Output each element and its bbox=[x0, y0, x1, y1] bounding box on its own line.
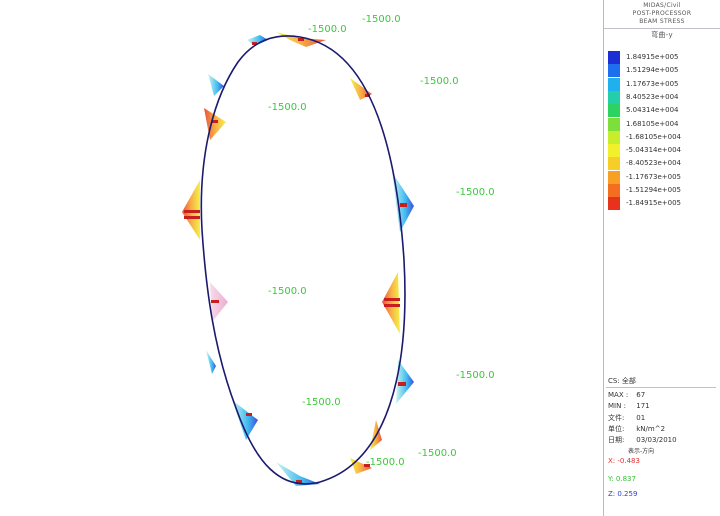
file-row: 文件: 01 bbox=[608, 413, 645, 423]
date-value: 03/03/2010 bbox=[636, 436, 677, 444]
unit-label: 单位: bbox=[608, 425, 625, 433]
node-marker bbox=[246, 413, 252, 416]
stress-diagram-canvas: -1500.0 -1500.0 -1500.0 -1500.0 -1500.0 … bbox=[182, 14, 495, 486]
legend-value: 1.84915e+005 bbox=[626, 53, 679, 61]
legend-entry: 1.51294e+005 bbox=[606, 64, 716, 78]
legend-panel: MIDAS/Civil POST-PROCESSOR BEAM STRESS 弯… bbox=[603, 0, 720, 516]
legend-entry: 1.84915e+005 bbox=[606, 51, 716, 64]
unit-row: 单位: kN/m^2 bbox=[608, 424, 665, 434]
max-row: MAX : 67 bbox=[608, 391, 645, 399]
load-label: -1500.0 bbox=[308, 24, 347, 35]
max-label: MAX : bbox=[608, 391, 629, 399]
legend-value: 5.04314e+004 bbox=[626, 106, 679, 115]
legend-entry: 5.04314e+004 bbox=[606, 104, 716, 118]
legend-swatch bbox=[608, 90, 620, 104]
header-line-2: POST-PROCESSOR bbox=[632, 10, 692, 17]
date-row: 日期: 03/03/2010 bbox=[608, 435, 677, 445]
view-direction-label: 表示-方向 bbox=[628, 448, 655, 455]
legend-entry: -5.04314e+004 bbox=[606, 144, 716, 158]
node-marker bbox=[400, 203, 407, 207]
legend-swatch bbox=[608, 77, 620, 91]
legend-value: 1.68105e+004 bbox=[626, 119, 679, 128]
legend-entry: 8.40523e+004 bbox=[606, 90, 716, 104]
view-z: Z: 0.259 bbox=[608, 490, 638, 498]
legend-value: -8.40523e+004 bbox=[626, 159, 682, 168]
legend-title: 弯曲-y bbox=[651, 31, 673, 39]
date-label: 日期: bbox=[608, 436, 625, 444]
legend-entry: 1.68105e+004 bbox=[606, 117, 716, 131]
legend-value: -1.84915e+005 bbox=[626, 199, 682, 208]
node-marker bbox=[211, 300, 219, 303]
header-line-1: MIDAS/Civil bbox=[643, 2, 681, 9]
legend-swatch bbox=[608, 184, 620, 197]
legend-swatch bbox=[608, 144, 620, 158]
load-label: -1500.0 bbox=[418, 448, 457, 459]
load-label: -1500.0 bbox=[268, 286, 307, 297]
legend-swatch bbox=[608, 117, 620, 131]
stage-label: CS: 全部 bbox=[608, 377, 636, 385]
file-value: 01 bbox=[636, 414, 646, 422]
node-marker bbox=[298, 38, 304, 41]
load-label: -1500.0 bbox=[456, 370, 495, 381]
load-label: -1500.0 bbox=[420, 76, 459, 87]
header-line-3: BEAM STRESS bbox=[639, 18, 685, 25]
min-value: 171 bbox=[636, 402, 650, 410]
legend-entry: 1.17673e+005 bbox=[606, 77, 716, 91]
node-marker bbox=[384, 304, 400, 307]
legend-value: -1.51294e+005 bbox=[626, 186, 682, 194]
legend-swatch bbox=[608, 197, 620, 211]
view-x: X: -0.483 bbox=[608, 457, 640, 465]
legend-swatch bbox=[608, 170, 620, 184]
min-row: MIN : 171 bbox=[608, 402, 650, 410]
node-marker bbox=[384, 298, 400, 301]
load-label: -1500.0 bbox=[268, 102, 307, 113]
max-value: 67 bbox=[636, 391, 646, 399]
node-marker bbox=[184, 216, 200, 219]
node-marker bbox=[184, 210, 200, 213]
view-y: Y: 0.837 bbox=[608, 475, 636, 483]
node-marker bbox=[398, 382, 406, 386]
legend-value: 8.40523e+004 bbox=[626, 92, 679, 101]
legend-entry: -1.68105e+004 bbox=[606, 130, 716, 144]
legend-value: -1.17673e+005 bbox=[626, 172, 682, 181]
legend-swatch bbox=[608, 104, 620, 118]
legend-value: -5.04314e+004 bbox=[626, 146, 682, 155]
legend-entry: -1.17673e+005 bbox=[606, 170, 716, 184]
legend-entry: -1.51294e+005 bbox=[606, 184, 716, 197]
legend-value: -1.68105e+004 bbox=[626, 132, 682, 141]
legend-swatch bbox=[608, 64, 620, 78]
file-label: 文件: bbox=[608, 414, 625, 422]
min-label: MIN : bbox=[608, 402, 626, 410]
legend-swatch bbox=[608, 157, 620, 171]
load-label: -1500.0 bbox=[302, 397, 341, 408]
legend-value: 1.17673e+005 bbox=[626, 79, 679, 88]
load-labels: -1500.0 -1500.0 -1500.0 -1500.0 -1500.0 … bbox=[268, 14, 495, 468]
load-label: -1500.0 bbox=[362, 14, 401, 25]
load-label: -1500.0 bbox=[456, 187, 495, 198]
unit-value: kN/m^2 bbox=[636, 425, 666, 433]
legend-swatch bbox=[608, 51, 620, 64]
legend-entry: -8.40523e+004 bbox=[606, 157, 716, 171]
legend-entry: -1.84915e+005 bbox=[606, 197, 716, 211]
load-label: -1500.0 bbox=[366, 457, 405, 468]
stress-fills bbox=[182, 32, 414, 486]
legend-swatch bbox=[608, 130, 620, 144]
legend-value: 1.51294e+005 bbox=[626, 66, 679, 75]
stress-fill-right-center bbox=[382, 272, 400, 334]
stress-fill-lower-left bbox=[206, 350, 216, 374]
